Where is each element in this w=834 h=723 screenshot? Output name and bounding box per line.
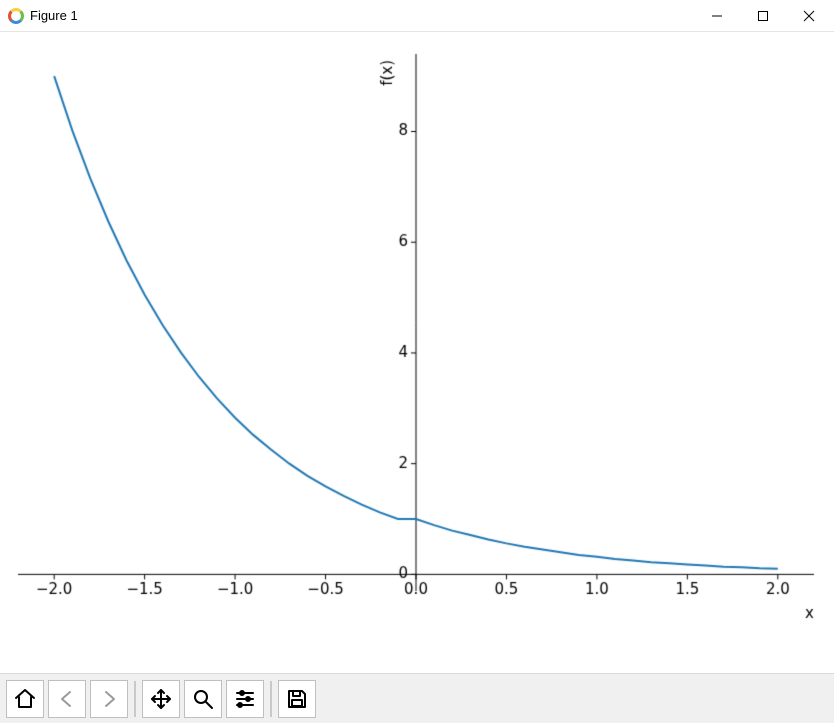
home-icon [13, 687, 37, 711]
maximize-icon [757, 10, 769, 22]
home-button[interactable] [6, 680, 44, 718]
window-title: Figure 1 [30, 8, 78, 23]
close-icon [803, 10, 815, 22]
navigation-toolbar [0, 673, 834, 723]
arrow-right-icon [97, 687, 121, 711]
minimize-button[interactable] [694, 0, 740, 32]
minimize-icon [711, 10, 723, 22]
zoom-button[interactable] [184, 680, 222, 718]
chart-canvas [0, 32, 834, 673]
back-button[interactable] [48, 680, 86, 718]
move-icon [149, 687, 173, 711]
arrow-left-icon [55, 687, 79, 711]
maximize-button[interactable] [740, 0, 786, 32]
pan-button[interactable] [142, 680, 180, 718]
app-icon [8, 8, 24, 24]
toolbar-separator [134, 681, 136, 717]
configure-subplots-button[interactable] [226, 680, 264, 718]
plot-area[interactable] [0, 32, 834, 673]
window-titlebar: Figure 1 [0, 0, 834, 32]
toolbar-separator [270, 681, 272, 717]
close-button[interactable] [786, 0, 832, 32]
sliders-icon [233, 687, 257, 711]
forward-button[interactable] [90, 680, 128, 718]
save-button[interactable] [278, 680, 316, 718]
magnifier-icon [191, 687, 215, 711]
save-icon [285, 687, 309, 711]
